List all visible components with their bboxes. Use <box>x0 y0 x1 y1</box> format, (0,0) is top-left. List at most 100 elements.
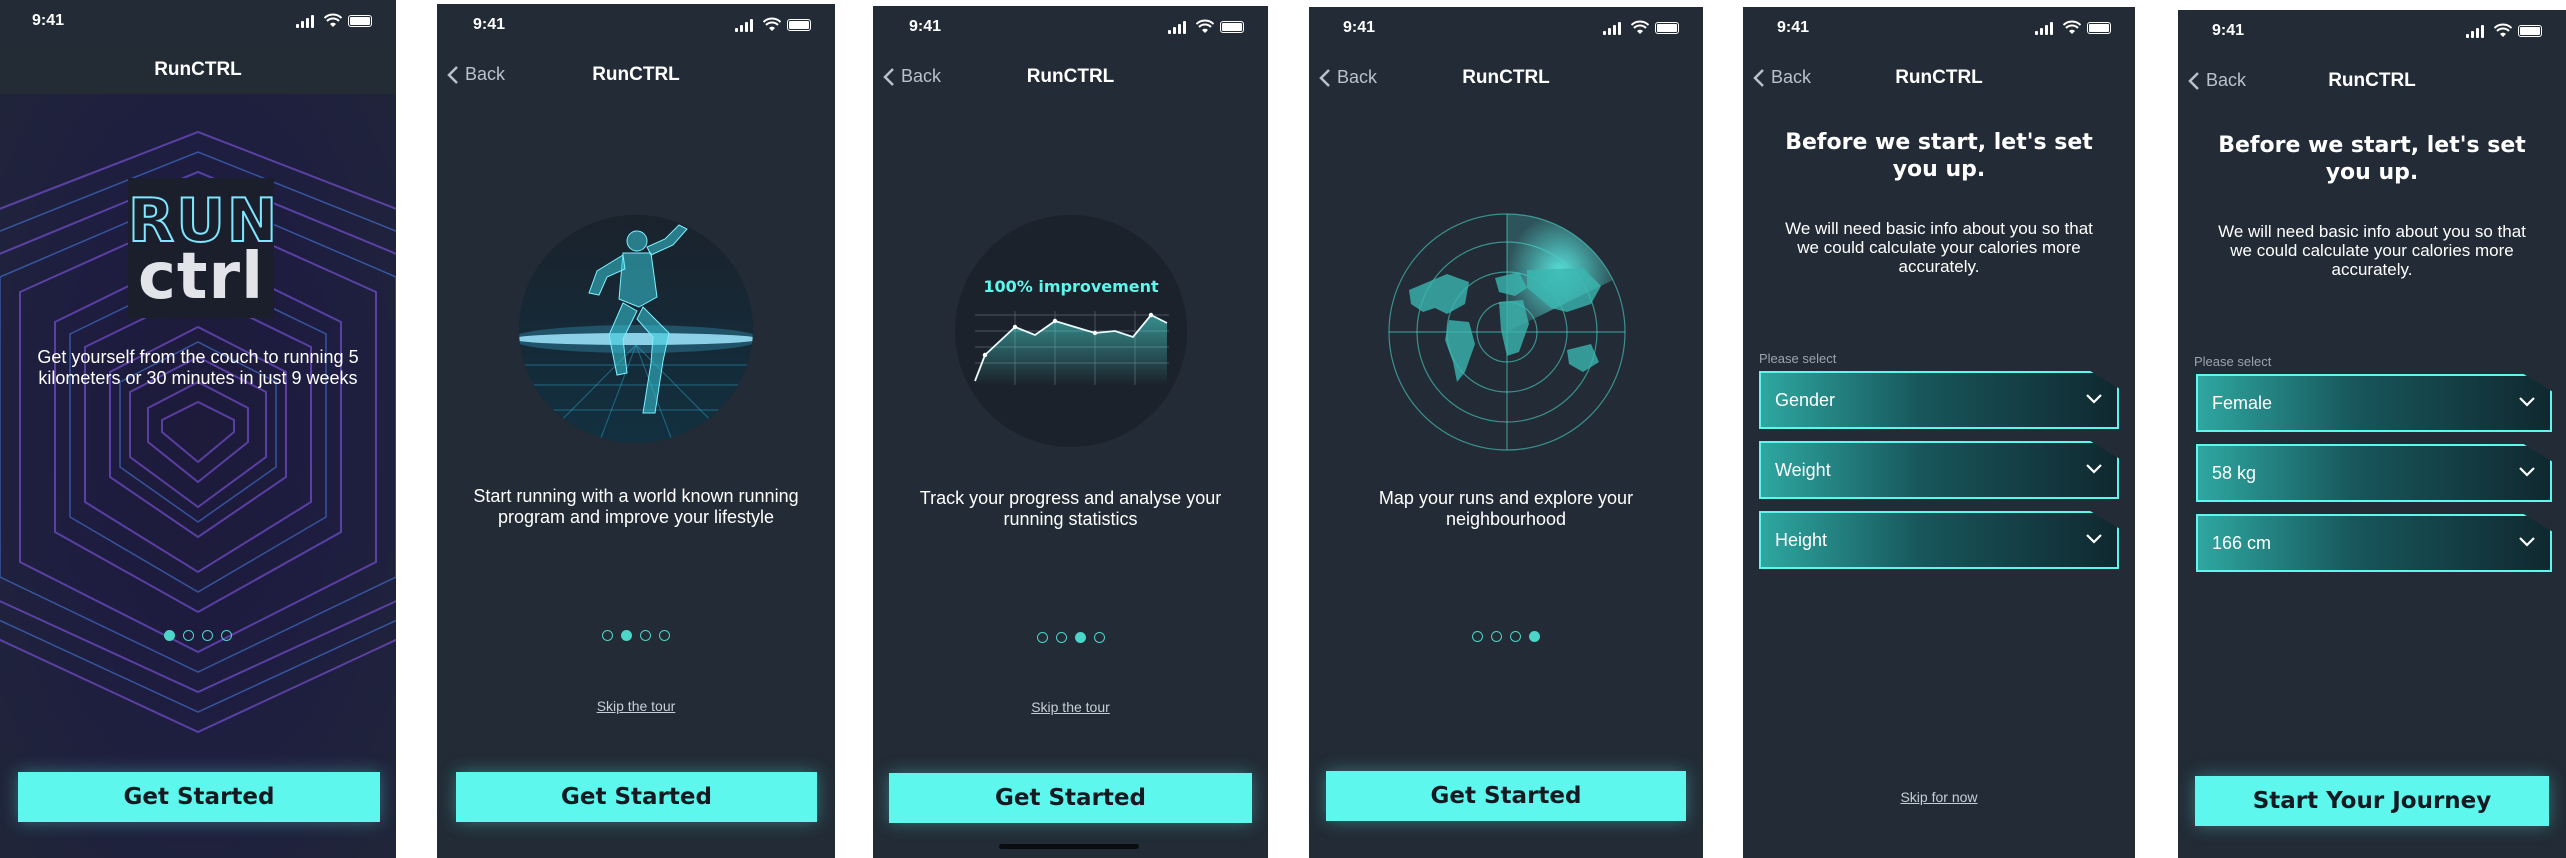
page-indicator <box>437 630 835 641</box>
page-dot[interactable] <box>602 630 613 641</box>
status-bar: 9:41 <box>1743 7 2135 51</box>
get-started-button[interactable]: Get Started <box>1326 771 1686 821</box>
start-journey-button[interactable]: Start Your Journey <box>2195 776 2549 826</box>
battery-icon <box>1655 22 1679 34</box>
page-dot[interactable] <box>164 630 175 641</box>
gender-select[interactable]: Gender <box>1759 371 2119 429</box>
app-title: RunCTRL <box>2328 70 2416 91</box>
page-dot[interactable] <box>659 630 670 641</box>
status-icons <box>296 13 376 28</box>
signal-icon <box>296 14 316 28</box>
nav-bar: Back RunCTRL <box>2178 62 2566 102</box>
logo-ctrl-text: ctrl <box>137 240 265 314</box>
page-dot[interactable] <box>1472 631 1483 642</box>
select-value: Gender <box>1775 390 1836 410</box>
gender-select[interactable]: Female <box>2196 374 2552 432</box>
status-time: 9:41 <box>1343 19 1376 36</box>
app-title: RunCTRL <box>1895 67 1983 88</box>
page-indicator <box>0 630 396 641</box>
signal-icon <box>2035 21 2055 35</box>
page-dot[interactable] <box>1036 632 1048 643</box>
page-dot[interactable] <box>1491 631 1502 642</box>
wifi-icon <box>2063 20 2081 34</box>
wifi-icon <box>1631 20 1649 34</box>
chevron-down-icon <box>2086 534 2102 544</box>
get-started-button[interactable]: Get Started <box>456 772 817 822</box>
tour-screen-1: 9:41 Back RunCTRL Start running with a w… <box>437 4 835 858</box>
status-bar: 9:41 <box>2178 10 2566 54</box>
weight-select[interactable]: Weight <box>1759 441 2119 499</box>
battery-icon <box>348 15 372 27</box>
select-value: Female <box>2212 393 2273 413</box>
nav-bar: Back RunCTRL <box>873 58 1268 98</box>
chevron-down-icon <box>2086 464 2102 474</box>
select-value: 58 kg <box>2212 463 2257 483</box>
line-chart-icon <box>974 311 1169 385</box>
please-select-label: Please select <box>1759 351 1837 366</box>
page-dot[interactable] <box>183 630 194 641</box>
nav-bar: Back RunCTRL <box>437 56 835 96</box>
app-title: RunCTRL <box>592 64 680 85</box>
chevron-down-icon <box>2519 397 2535 407</box>
page-dot[interactable] <box>1093 632 1105 643</box>
setup-screen-filled: 9:41 Back RunCTRL Before we start, let's… <box>2178 10 2566 858</box>
chevron-down-icon <box>2519 467 2535 477</box>
progress-chart-illustration: 100% improvement <box>955 215 1187 447</box>
signal-icon <box>2466 24 2486 38</box>
page-indicator <box>1309 631 1703 642</box>
height-select[interactable]: 166 cm <box>2196 514 2552 572</box>
battery-icon <box>2518 25 2542 37</box>
skip-tour-link[interactable]: Skip the tour <box>437 698 835 714</box>
signal-icon <box>735 18 755 32</box>
status-icons <box>1168 19 1248 34</box>
radar-map-illustration <box>1388 213 1626 451</box>
page-dot[interactable] <box>221 630 232 641</box>
get-started-button[interactable]: Get Started <box>889 773 1252 823</box>
setup-subheading: We will need basic info about you so tha… <box>2218 222 2526 279</box>
please-select-label: Please select <box>2194 354 2272 369</box>
signal-icon <box>1168 20 1188 34</box>
page-dot[interactable] <box>1529 631 1540 642</box>
wifi-icon <box>2494 23 2512 37</box>
status-time: 9:41 <box>1777 19 1810 36</box>
runctrl-logo: RUN ctrl <box>127 178 278 318</box>
status-icons <box>735 17 815 32</box>
status-icons <box>2035 20 2115 35</box>
app-title: RunCTRL <box>154 59 242 80</box>
runner-icon <box>519 215 753 443</box>
tour-description: Track your progress and analyse your run… <box>919 488 1222 529</box>
page-dot[interactable] <box>1074 632 1086 643</box>
skip-for-now-link[interactable]: Skip for now <box>1743 789 2135 805</box>
battery-icon <box>2087 22 2111 34</box>
status-bar: 9:41 <box>873 6 1268 50</box>
status-bar: 9:41 <box>437 4 835 48</box>
page-dot[interactable] <box>1055 632 1067 643</box>
battery-icon <box>1220 21 1244 33</box>
tour-description: Start running with a world known running… <box>473 486 799 527</box>
page-dot[interactable] <box>621 630 632 641</box>
page-dot[interactable] <box>1510 631 1521 642</box>
nav-bar: Back RunCTRL <box>1743 59 2135 99</box>
status-bar: 9:41 <box>1309 7 1703 51</box>
status-icons <box>2466 23 2546 38</box>
get-started-button[interactable]: Get Started <box>18 772 380 822</box>
wifi-icon <box>763 17 781 31</box>
height-select[interactable]: Height <box>1759 511 2119 569</box>
page-dot[interactable] <box>202 630 213 641</box>
setup-heading: Before we start, let's set you up. <box>1785 130 2093 182</box>
nav-bar: Back RunCTRL <box>1309 59 1703 99</box>
page-dot[interactable] <box>640 630 651 641</box>
skip-tour-link[interactable]: Skip the tour <box>873 699 1268 715</box>
setup-subheading: We will need basic info about you so tha… <box>1785 219 2093 276</box>
status-time: 9:41 <box>473 16 506 33</box>
status-icons <box>1603 20 1683 35</box>
weight-select[interactable]: 58 kg <box>2196 444 2552 502</box>
runner-illustration <box>519 215 753 443</box>
home-indicator[interactable] <box>999 844 1139 849</box>
nav-bar: RunCTRL <box>0 50 396 94</box>
battery-icon <box>787 19 811 31</box>
page-indicator <box>873 632 1268 643</box>
app-title: RunCTRL <box>1026 66 1115 87</box>
app-title: RunCTRL <box>1462 67 1550 88</box>
select-value: 166 cm <box>2212 533 2272 553</box>
